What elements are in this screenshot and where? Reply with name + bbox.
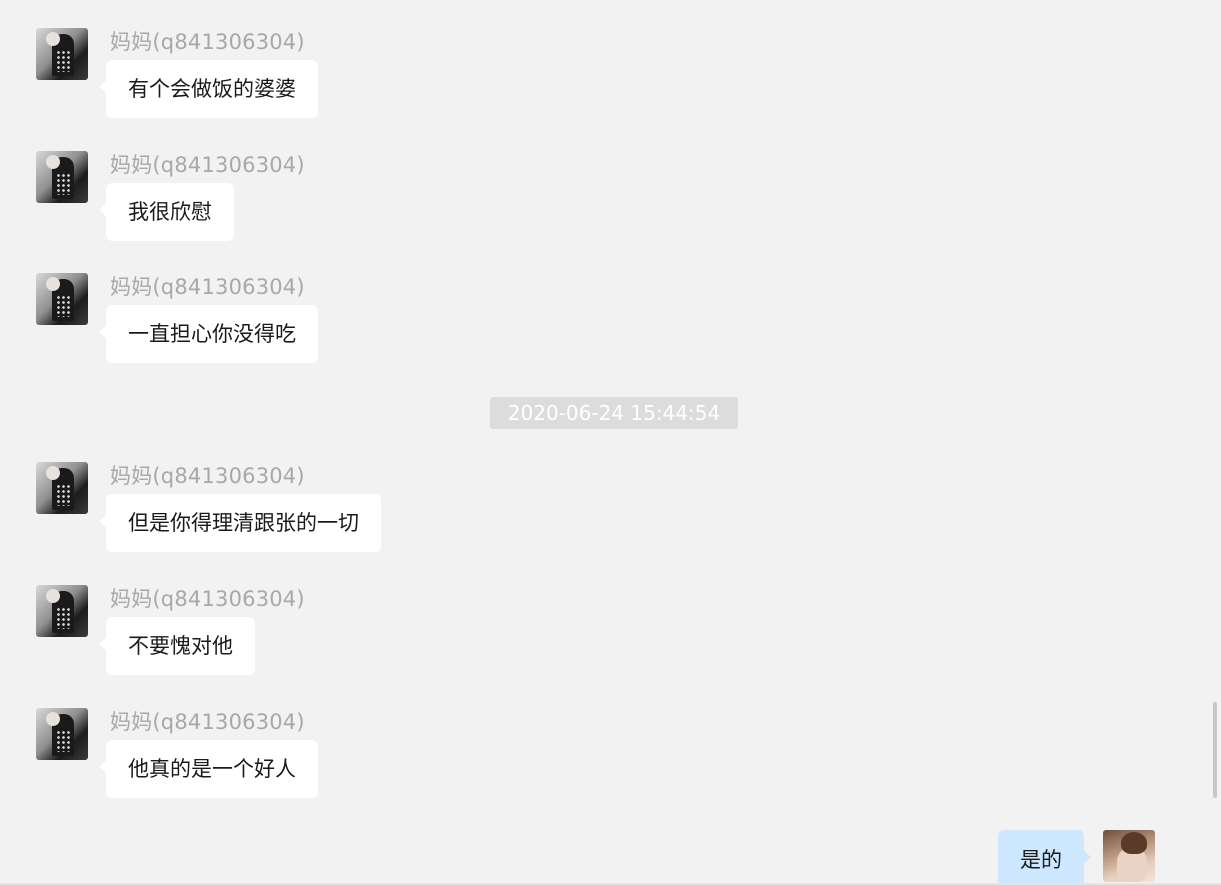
message-bubble[interactable]: 我很欣慰 [99, 183, 234, 241]
chat-message: 妈妈(q841306304) 有个会做饭的婆婆 [0, 28, 1200, 128]
chat-window: 妈妈(q841306304) 有个会做饭的婆婆 妈妈(q841306304) 我… [0, 0, 1221, 885]
sender-name: 妈妈(q841306304) [110, 153, 305, 177]
self-message-bubble[interactable]: 是的 [998, 830, 1091, 885]
chat-message: 妈妈(q841306304) 不要愧对他 [0, 585, 1200, 685]
self-message: 是的 [821, 828, 1221, 885]
sender-name: 妈妈(q841306304) [110, 464, 305, 488]
message-bubble[interactable]: 有个会做饭的婆婆 [99, 60, 318, 118]
contact-avatar[interactable] [36, 708, 88, 760]
message-bubble[interactable]: 他真的是一个好人 [99, 740, 318, 798]
timestamp-divider: 2020-06-24 15:44:54 [490, 397, 738, 429]
contact-avatar[interactable] [36, 151, 88, 203]
message-bubble[interactable]: 但是你得理清跟张的一切 [99, 494, 381, 552]
chat-message: 妈妈(q841306304) 但是你得理清跟张的一切 [0, 462, 1200, 562]
sender-name: 妈妈(q841306304) [110, 275, 305, 299]
chat-message: 妈妈(q841306304) 一直担心你没得吃 [0, 273, 1200, 373]
sender-name: 妈妈(q841306304) [110, 30, 305, 54]
contact-avatar[interactable] [36, 28, 88, 80]
chat-message: 妈妈(q841306304) 我很欣慰 [0, 151, 1200, 251]
message-bubble[interactable]: 一直担心你没得吃 [99, 305, 318, 363]
scrollbar-thumb[interactable] [1213, 702, 1217, 798]
message-bubble[interactable]: 不要愧对他 [99, 617, 255, 675]
chat-message: 妈妈(q841306304) 他真的是一个好人 [0, 708, 1200, 808]
contact-avatar[interactable] [36, 585, 88, 637]
self-avatar[interactable] [1103, 830, 1155, 882]
sender-name: 妈妈(q841306304) [110, 710, 305, 734]
contact-avatar[interactable] [36, 462, 88, 514]
sender-name: 妈妈(q841306304) [110, 587, 305, 611]
contact-avatar[interactable] [36, 273, 88, 325]
